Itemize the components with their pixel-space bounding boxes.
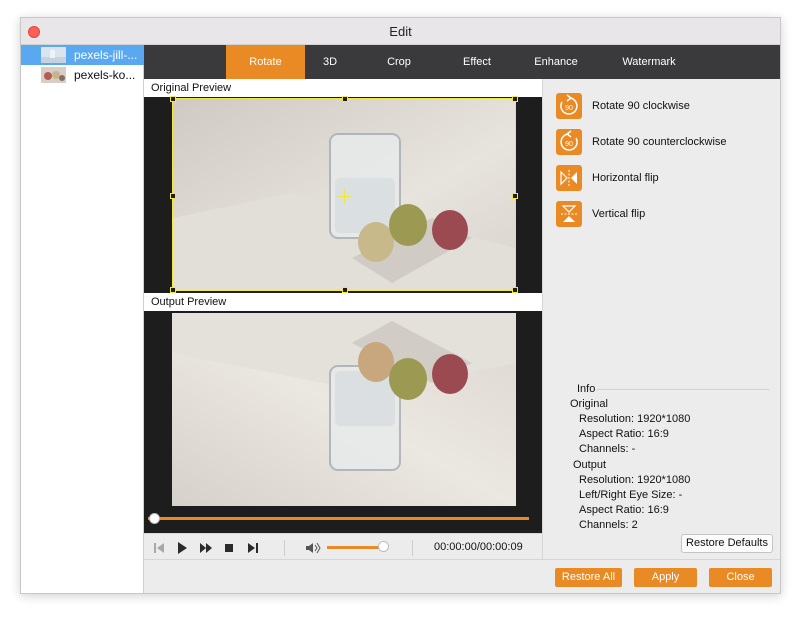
output-preview-image xyxy=(172,313,516,506)
original-preview-label: Original Preview xyxy=(144,79,542,97)
tab-watermark[interactable]: Watermark xyxy=(611,45,687,79)
vertical-flip-label: Vertical flip xyxy=(592,208,646,220)
info-original-heading: Original xyxy=(570,398,608,410)
volume-icon[interactable] xyxy=(305,541,321,555)
crop-handle[interactable] xyxy=(512,96,518,102)
info-output-heading: Output xyxy=(573,459,607,471)
info-output-eye-size: Left/Right Eye Size: - xyxy=(579,489,683,501)
crop-center-crosshair xyxy=(344,189,345,203)
rotate-clockwise-button[interactable]: 90 xyxy=(556,93,582,119)
info-output-aspect-ratio: Aspect Ratio: 16:9 xyxy=(579,504,669,516)
crop-handle[interactable] xyxy=(512,193,518,199)
skip-back-icon[interactable] xyxy=(153,541,165,555)
tab-3d[interactable]: 3D xyxy=(305,45,355,79)
horizontal-flip-label: Horizontal flip xyxy=(592,172,659,184)
crop-handle[interactable] xyxy=(170,96,176,102)
playback-scrubber[interactable] xyxy=(149,513,160,524)
close-button[interactable]: Close xyxy=(709,568,772,587)
horizontal-flip-icon xyxy=(560,170,577,186)
controls-divider xyxy=(284,540,285,556)
file-thumbnail xyxy=(41,47,66,63)
restore-defaults-button[interactable]: Restore Defaults xyxy=(681,534,773,553)
rotate-cw-icon: 90 xyxy=(560,94,578,115)
tab-crop[interactable]: Crop xyxy=(374,45,424,79)
crop-handle[interactable] xyxy=(170,193,176,199)
info-original-aspect-ratio: Aspect Ratio: 16:9 xyxy=(579,428,669,440)
window-title: Edit xyxy=(389,24,412,39)
crop-selection-box[interactable] xyxy=(170,96,518,293)
file-thumbnail xyxy=(41,67,66,83)
playback-timecode: 00:00:00/00:00:09 xyxy=(434,541,523,553)
info-original-resolution: Resolution: 1920*1080 xyxy=(579,413,691,425)
svg-text:90: 90 xyxy=(565,141,573,148)
apply-button[interactable]: Apply xyxy=(634,568,697,587)
info-divider xyxy=(591,389,769,390)
file-item-1[interactable]: pexels-jill-... xyxy=(21,45,144,65)
player-controls: 00:00:00/00:00:09 xyxy=(144,533,542,561)
output-preview xyxy=(144,311,542,533)
original-preview xyxy=(144,96,542,293)
edit-window: Edit pexels-jill-... pexels-ko... Rotate… xyxy=(20,17,781,594)
horizontal-flip-button[interactable] xyxy=(556,165,582,191)
rotate-ccw-icon: 90 xyxy=(560,130,578,151)
vertical-flip-icon xyxy=(561,205,577,222)
file-list: pexels-jill-... pexels-ko... xyxy=(21,45,144,593)
file-item-2[interactable]: pexels-ko... xyxy=(21,65,144,85)
controls-divider xyxy=(412,540,413,556)
rotate-counterclockwise-button[interactable]: 90 xyxy=(556,129,582,155)
playback-timeline[interactable] xyxy=(148,517,529,520)
tab-enhance[interactable]: Enhance xyxy=(524,45,588,79)
info-output-channels: Channels: 2 xyxy=(579,519,638,531)
svg-text:90: 90 xyxy=(565,105,573,112)
play-icon[interactable] xyxy=(176,541,188,555)
rotate-clockwise-label: Rotate 90 clockwise xyxy=(592,100,690,112)
fast-forward-icon[interactable] xyxy=(199,541,213,555)
rotate-counterclockwise-label: Rotate 90 counterclockwise xyxy=(592,136,727,148)
volume-slider-knob[interactable] xyxy=(378,541,390,552)
tab-effect[interactable]: Effect xyxy=(449,45,505,79)
dialog-footer: Restore All Apply Close xyxy=(144,559,780,593)
tab-rotate[interactable]: Rotate xyxy=(226,45,305,79)
crop-handle[interactable] xyxy=(342,96,348,102)
edit-tab-bar: Rotate 3D Crop Effect Enhance Watermark xyxy=(144,45,780,79)
restore-all-button[interactable]: Restore All xyxy=(555,568,622,587)
stop-icon[interactable] xyxy=(223,541,235,555)
file-item-label: pexels-ko... xyxy=(74,68,136,82)
file-item-label: pexels-jill-... xyxy=(74,48,138,62)
rotate-options-panel: 90 Rotate 90 clockwise 90 Rotate 90 coun… xyxy=(542,79,780,559)
info-original-channels: Channels: - xyxy=(579,443,636,455)
skip-forward-icon[interactable] xyxy=(247,541,259,555)
vertical-flip-button[interactable] xyxy=(556,201,582,227)
output-preview-label: Output Preview xyxy=(144,293,542,311)
title-bar: Edit xyxy=(21,18,780,45)
info-title: Info xyxy=(575,383,598,395)
info-output-resolution: Resolution: 1920*1080 xyxy=(579,474,691,486)
volume-slider[interactable] xyxy=(327,546,382,549)
